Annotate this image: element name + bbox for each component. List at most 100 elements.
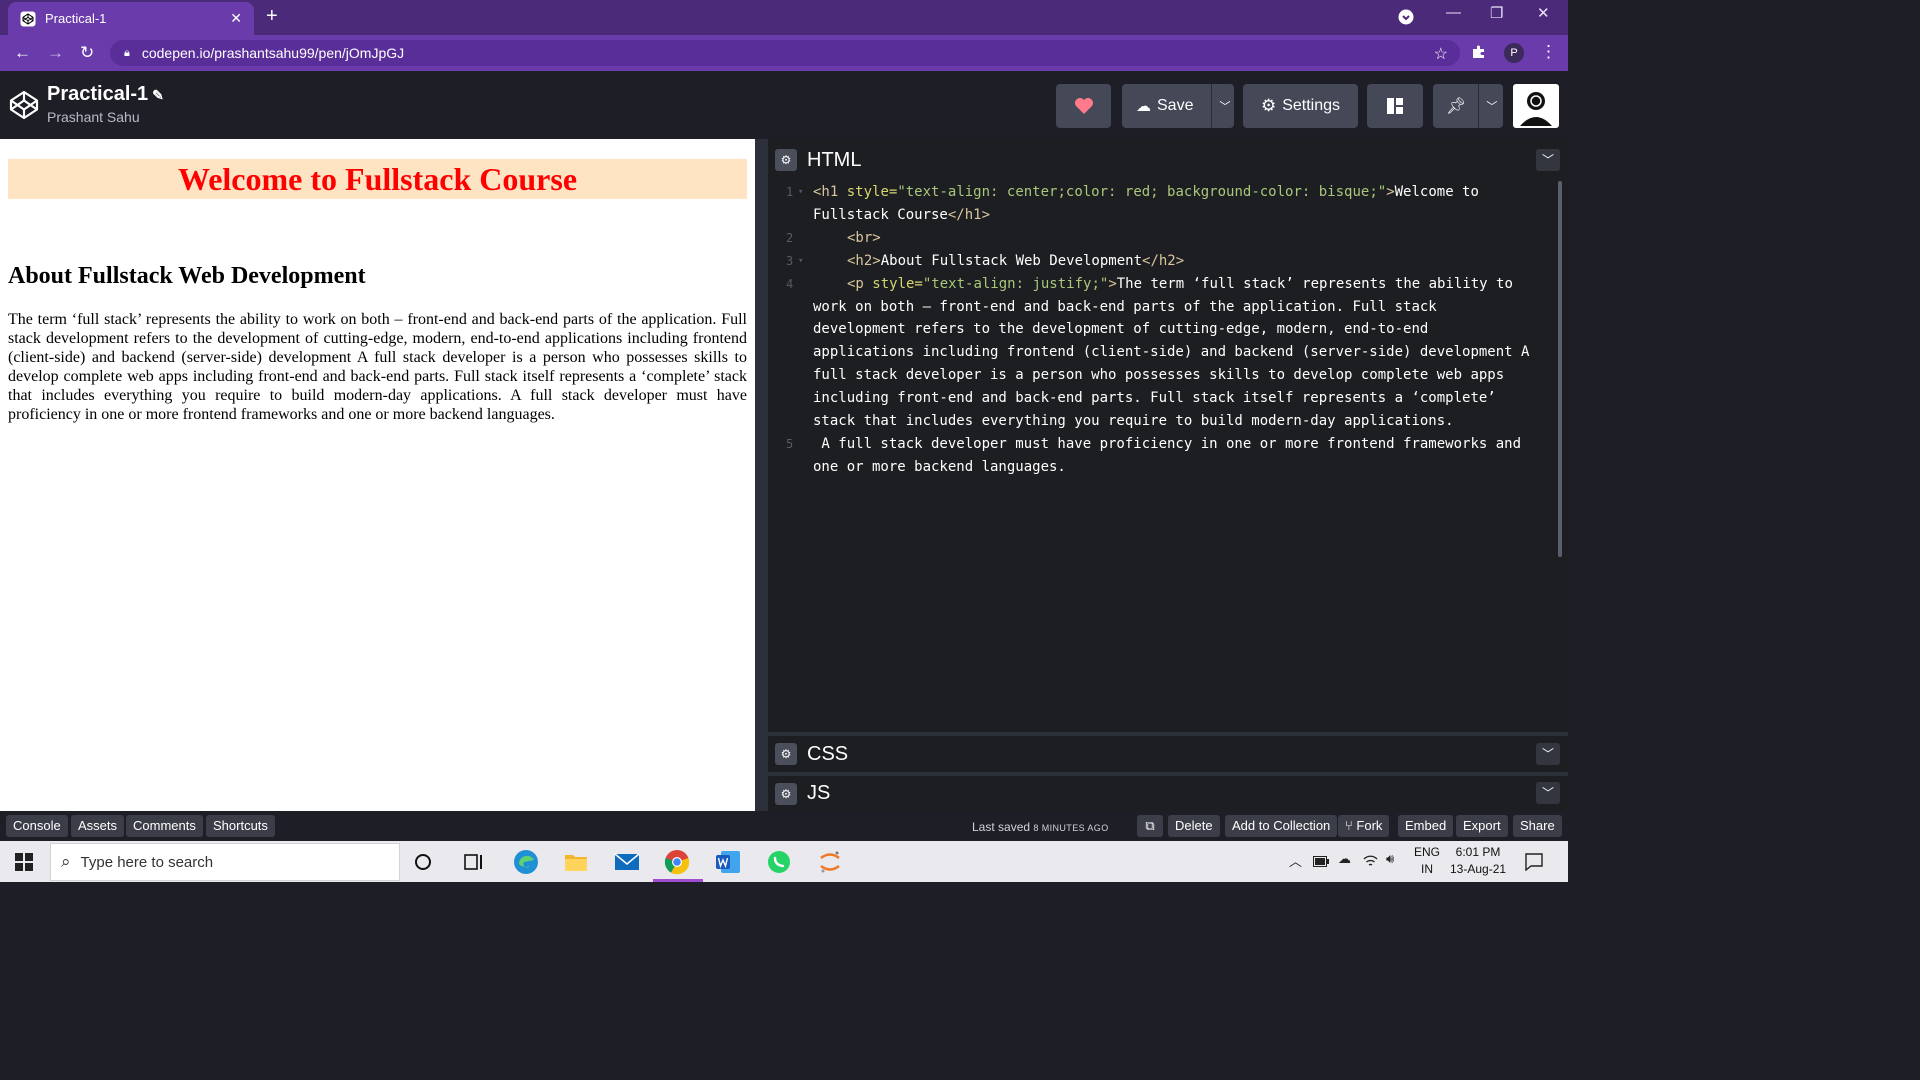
clock-date: 13-Aug-21 <box>1450 862 1507 876</box>
code-line: one or more backend languages. <box>813 458 1066 475</box>
lock-icon: 🔒︎ <box>124 46 130 59</box>
js-editor-header[interactable]: ⚙ JS ﹀ <box>768 776 1568 811</box>
taskbar-search-box[interactable]: ⌕ Type here to search <box>50 843 400 881</box>
bookmark-star-icon[interactable]: ☆ <box>1434 44 1448 64</box>
css-editor-title: CSS <box>807 742 849 765</box>
task-view-icon[interactable] <box>464 853 484 871</box>
pin-dropdown-chevron-icon[interactable]: ﹀ <box>1486 98 1497 114</box>
share-button[interactable]: Share <box>1513 815 1562 837</box>
window-close-button[interactable]: ✕ <box>1537 4 1550 22</box>
edit-pencil-icon[interactable]: ✎ <box>152 87 164 103</box>
code-line: <h1 style="text-align: center;color: red… <box>813 184 1479 200</box>
onedrive-cloud-icon[interactable]: ☁ <box>1338 851 1351 867</box>
pen-author[interactable]: Prashant Sahu <box>47 109 140 125</box>
browser-menu-icon[interactable]: ⋮ <box>1540 42 1557 62</box>
chrome-icon[interactable] <box>664 849 690 875</box>
cloud-icon: ☁ <box>1136 98 1151 115</box>
add-to-collection-button[interactable]: Add to Collection <box>1225 815 1338 837</box>
codepen-logo-icon[interactable] <box>8 89 40 121</box>
line-number: 2 <box>786 230 794 245</box>
preview-heading-1: Welcome to Fullstack Course <box>8 159 747 199</box>
js-editor-title: JS <box>807 782 831 804</box>
taskbar-search-placeholder: Type here to search <box>80 853 214 871</box>
tab-search-icon[interactable] <box>1398 9 1414 25</box>
codepen-header: Practical-1 ✎ Prashant Sahu ☁ Save ﹀ ⚙ Se… <box>0 71 1568 139</box>
pin-button-group: 📌︎ ﹀ <box>1433 84 1503 128</box>
fold-arrow-icon[interactable]: ▾ <box>798 181 803 204</box>
console-button[interactable]: Console <box>6 815 68 837</box>
notifications-icon[interactable] <box>1525 853 1543 871</box>
taskbar-clock[interactable]: 6:01 PM 13-Aug-21 <box>1450 844 1506 878</box>
user-avatar[interactable] <box>1513 84 1559 128</box>
comments-button[interactable]: Comments <box>126 815 203 837</box>
browser-tabbar: Practical-1 ✕ + — ❐ ✕ <box>0 0 1568 35</box>
file-explorer-icon[interactable] <box>563 849 589 875</box>
code-line: <h2>About Fullstack Web Development</h2> <box>847 252 1185 269</box>
css-collapse-chevron-icon[interactable]: ﹀ <box>1536 743 1560 765</box>
word-icon[interactable] <box>715 849 741 875</box>
minimize-button[interactable]: — <box>1446 4 1461 21</box>
line-number: 1 <box>786 185 794 199</box>
profile-avatar[interactable]: P <box>1504 43 1524 63</box>
reload-icon[interactable]: ↻ <box>80 43 94 63</box>
css-editor-header[interactable]: ⚙ CSS ﹀ <box>768 736 1568 772</box>
heart-button[interactable] <box>1056 84 1111 128</box>
show-hidden-icons-chevron-icon[interactable]: ︿ <box>1289 851 1302 870</box>
fork-button[interactable]: ⑂ Fork <box>1338 815 1390 837</box>
editor-area: ⚙ HTML ﹀ 1 ▾ 2 3 ▾ 4 5 <h1 style="text-a… <box>768 139 1568 811</box>
url-text: codepen.io/prashantsahu99/pen/jOmJpGJ <box>141 45 405 61</box>
forward-arrow-icon[interactable]: → <box>47 43 64 63</box>
shortcuts-button[interactable]: Shortcuts <box>206 815 275 837</box>
change-view-button[interactable] <box>1367 84 1423 128</box>
assets-button[interactable]: Assets <box>71 815 125 837</box>
code-line: full stack developer is a person who pos… <box>813 367 1505 384</box>
save-dropdown-chevron-icon[interactable]: ﹀ <box>1219 98 1230 114</box>
back-arrow-icon[interactable]: ← <box>14 43 31 63</box>
screen: Practical-1 ✕ + — ❐ ✕ ← → ↻ 🔒︎ codepen.i… <box>0 0 1568 882</box>
embed-button[interactable]: Embed <box>1398 815 1454 837</box>
language-indicator[interactable]: ENG IN <box>1414 844 1440 878</box>
close-tab-icon[interactable]: ✕ <box>230 10 242 27</box>
save-button-group: ☁ Save ﹀ <box>1122 84 1234 128</box>
mail-icon[interactable] <box>614 849 640 875</box>
extensions-puzzle-icon[interactable] <box>1471 44 1487 60</box>
browser-toolbar: ← → ↻ 🔒︎ codepen.io/prashantsahu99/pen/j… <box>0 35 1568 71</box>
js-settings-gear-icon[interactable]: ⚙ <box>775 782 797 805</box>
delete-button[interactable]: Delete <box>1168 815 1220 837</box>
js-collapse-chevron-icon[interactable]: ﹀ <box>1536 782 1560 804</box>
jupyter-icon[interactable] <box>817 849 843 875</box>
fold-arrow-icon[interactable]: ▾ <box>798 250 803 273</box>
settings-button[interactable]: ⚙ Settings <box>1243 84 1358 128</box>
region-code: IN <box>1421 862 1433 876</box>
html-collapse-chevron-icon[interactable]: ﹀ <box>1536 149 1560 171</box>
battery-icon[interactable] <box>1313 856 1329 867</box>
open-external-icon[interactable]: ⧉ <box>1137 815 1163 837</box>
html-code-editor[interactable]: 1 ▾ 2 3 ▾ 4 5 <h1 style="text-align: cen… <box>768 181 1568 731</box>
codepen-favicon-icon <box>20 11 36 26</box>
wifi-icon[interactable] <box>1363 854 1378 868</box>
browser-tab[interactable]: Practical-1 ✕ <box>8 2 254 35</box>
windows-taskbar: ⌕ Type here to search ︿ ☁ 🔊︎ ENG IN 6:01 … <box>0 841 1568 882</box>
cortana-icon[interactable] <box>414 853 432 871</box>
pen-title[interactable]: Practical-1 ✎ <box>47 83 164 106</box>
pin-icon[interactable]: 📌︎ <box>1446 96 1466 116</box>
html-settings-gear-icon[interactable]: ⚙ <box>775 149 797 171</box>
address-bar[interactable]: 🔒︎ codepen.io/prashantsahu99/pen/jOmJpGJ… <box>110 40 1460 66</box>
line-number: 3 <box>786 253 794 268</box>
edge-browser-icon[interactable] <box>513 849 539 875</box>
preview-pane: Welcome to Fullstack Course About Fullst… <box>0 139 755 811</box>
windows-start-icon[interactable] <box>15 853 33 871</box>
save-button[interactable]: Save <box>1157 97 1193 115</box>
export-button[interactable]: Export <box>1456 815 1508 837</box>
editor-scrollbar[interactable] <box>1558 181 1562 557</box>
heart-icon <box>1074 98 1093 114</box>
save-divider <box>1211 84 1213 128</box>
volume-icon[interactable]: 🔊︎ <box>1386 851 1394 867</box>
whatsapp-icon[interactable] <box>766 849 792 875</box>
resize-gutter[interactable] <box>755 139 768 811</box>
search-icon: ⌕ <box>61 852 71 871</box>
css-settings-gear-icon[interactable]: ⚙ <box>775 743 797 765</box>
new-tab-button[interactable]: + <box>266 5 278 28</box>
user-avatar-icon <box>1520 92 1552 126</box>
maximize-button[interactable]: ❐ <box>1490 4 1503 22</box>
